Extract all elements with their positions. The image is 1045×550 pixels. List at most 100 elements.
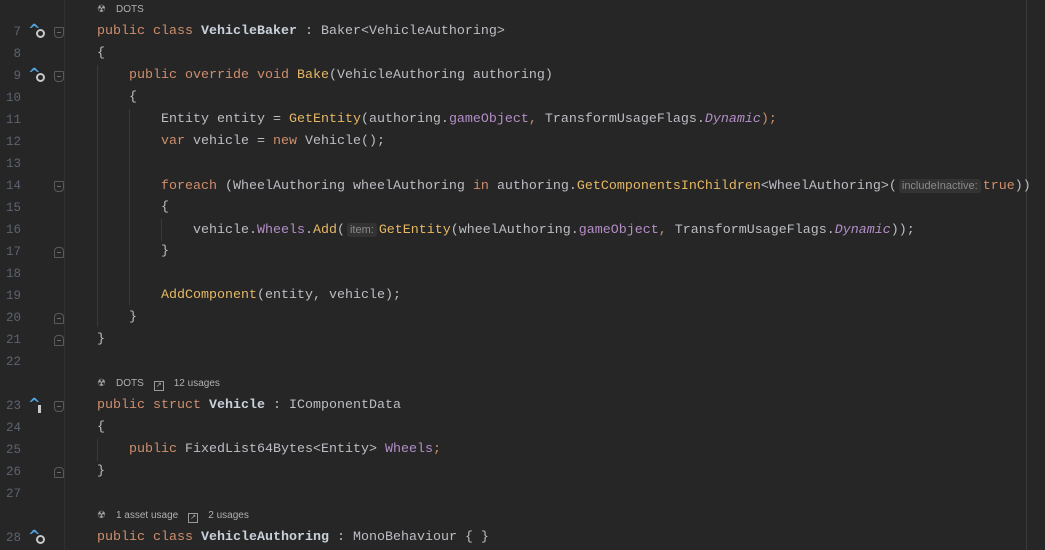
- unity-icon: ☢: [97, 378, 106, 389]
- code-token: (entity,: [256, 288, 329, 303]
- code-text[interactable]: foreach (WheelAuthoring wheelAuthoring i…: [97, 175, 1031, 198]
- code-token: }: [97, 464, 105, 479]
- code-token: (authoring.: [360, 112, 449, 127]
- line-number: 8: [13, 47, 21, 61]
- override-gutter-icon[interactable]: ^: [28, 21, 50, 43]
- code-vision-hints: ☢ 1 asset usage ↗ 2 usages: [0, 505, 1045, 527]
- code-text[interactable]: {: [97, 43, 105, 65]
- code-token: .: [304, 223, 313, 238]
- code-token: new: [272, 134, 305, 149]
- line-number: 18: [5, 267, 21, 281]
- fold-toggle-icon[interactable]: [54, 401, 64, 412]
- code-line: 27: [0, 483, 1045, 505]
- code-line: 14 foreach (WheelAuthoring wheelAuthorin…: [0, 175, 1045, 197]
- code-token: VehicleAuthoring: [200, 530, 329, 545]
- code-text[interactable]: {: [97, 417, 105, 439]
- implemented-gutter-icon[interactable]: ^: [28, 395, 50, 417]
- code-token: var: [97, 134, 193, 149]
- line-number: 13: [5, 157, 21, 171]
- code-line: 11 Entity entity = GetEntity(authoring.g…: [0, 109, 1045, 131]
- fold-toggle-icon[interactable]: [54, 181, 64, 192]
- code-text[interactable]: vehicle.Wheels.Add(item: GetEntity(wheelA…: [97, 219, 915, 242]
- code-vision-item[interactable]: ☢ DOTS: [97, 4, 144, 15]
- code-token: GetEntity: [378, 223, 451, 238]
- line-number: 16: [5, 223, 21, 237]
- line-number: 25: [5, 443, 21, 457]
- override-gutter-icon[interactable]: ^: [28, 527, 50, 549]
- code-token: (wheelAuthoring.: [450, 223, 579, 238]
- unity-icon: ☢: [97, 510, 106, 521]
- unity-object-icon: [36, 29, 45, 38]
- code-line: 13: [0, 153, 1045, 175]
- code-line: 15 {: [0, 197, 1045, 219]
- implementation-icon: [38, 405, 41, 413]
- code-line: 7 ^ public class VehicleBaker : Baker<Vehi…: [0, 21, 1045, 43]
- code-line: 22: [0, 351, 1045, 373]
- line-number: 21: [5, 333, 21, 347]
- fold-toggle-icon[interactable]: [54, 335, 64, 346]
- code-token: <WheelAuthoring>(: [760, 179, 897, 194]
- code-vision: ☢ 1 asset usage ↗ 2 usages: [97, 505, 259, 527]
- code-token: ,: [658, 223, 675, 238]
- code-text[interactable]: AddComponent(entity, vehicle);: [97, 285, 401, 307]
- code-text[interactable]: {: [97, 87, 137, 109]
- code-token: true: [982, 179, 1015, 194]
- code-line: 21}: [0, 329, 1045, 351]
- code-text[interactable]: }: [97, 329, 105, 351]
- code-line: 26}: [0, 461, 1045, 483]
- code-text[interactable]: Entity entity = GetEntity(authoring.game…: [97, 109, 777, 131]
- code-token: {: [97, 420, 105, 435]
- line-number: 9: [13, 69, 21, 83]
- line-number: 22: [5, 355, 21, 369]
- code-vision-hints: ☢ DOTS ↗ 12 usages: [0, 373, 1045, 395]
- code-line: 17 }: [0, 241, 1045, 263]
- line-number: 14: [5, 179, 21, 193]
- code-token: authoring.: [496, 179, 577, 194]
- code-text[interactable]: public struct Vehicle : IComponentData: [97, 395, 401, 417]
- unity-object-icon: [36, 73, 45, 82]
- code-vision-label: 1 asset usage: [115, 510, 179, 521]
- override-gutter-icon[interactable]: ^: [28, 65, 50, 87]
- line-number: 26: [5, 465, 21, 479]
- code-token: foreach: [97, 179, 225, 194]
- code-token: gameObject: [578, 223, 659, 238]
- code-token: {: [97, 90, 137, 105]
- line-number: 11: [5, 113, 21, 127]
- line-number: 23: [5, 399, 21, 413]
- code-vision: ☢ DOTS ↗ 12 usages: [97, 373, 230, 395]
- code-text[interactable]: }: [97, 241, 169, 263]
- code-text[interactable]: var vehicle = new Vehicle();: [97, 131, 385, 153]
- line-number: 24: [5, 421, 21, 435]
- fold-toggle-icon[interactable]: [54, 467, 64, 478]
- code-vision-item[interactable]: ↗ 2 usages: [188, 510, 249, 523]
- code-editor[interactable]: ☢ DOTS 7 ^ public class VehicleBaker : Baker…: [0, 0, 1045, 549]
- code-token: }: [97, 332, 105, 347]
- code-line: 23 ^ public struct Vehicle : IComponentDat…: [0, 395, 1045, 417]
- code-token: TransformUsageFlags.: [674, 223, 835, 238]
- code-token: vehicle.: [97, 223, 257, 238]
- code-token: Entity entity =: [97, 112, 289, 127]
- fold-toggle-icon[interactable]: [54, 313, 64, 324]
- code-text[interactable]: public class VehicleAuthoring : MonoBeha…: [97, 527, 489, 549]
- code-vision-item[interactable]: ☢ 1 asset usage: [97, 510, 178, 521]
- code-line: 19 AddComponent(entity, vehicle);: [0, 285, 1045, 307]
- code-vision-label: 12 usages: [173, 378, 220, 389]
- code-vision-label: 2 usages: [208, 510, 249, 521]
- code-vision-hints: ☢ DOTS: [0, 0, 1045, 21]
- code-text[interactable]: }: [97, 461, 105, 483]
- fold-toggle-icon[interactable]: [54, 71, 64, 82]
- code-vision-item[interactable]: ↗ 12 usages: [153, 378, 220, 391]
- code-text[interactable]: public class VehicleBaker : Baker<Vehicl…: [97, 21, 505, 43]
- code-text[interactable]: }: [97, 307, 137, 329]
- code-text[interactable]: {: [97, 197, 169, 219]
- code-vision-item[interactable]: ☢ DOTS: [97, 378, 144, 389]
- code-token: }: [97, 244, 169, 259]
- unity-object-icon: [36, 535, 45, 544]
- fold-toggle-icon[interactable]: [54, 247, 64, 258]
- code-text[interactable]: public override void Bake(VehicleAuthori…: [97, 65, 553, 87]
- code-text[interactable]: public FixedList64Bytes<Entity> Wheels;: [97, 439, 441, 461]
- code-token: public struct: [97, 398, 209, 413]
- fold-toggle-icon[interactable]: [54, 27, 64, 38]
- code-line: 16 vehicle.Wheels.Add(item: GetEntity(whe…: [0, 219, 1045, 241]
- code-token: Dynamic: [834, 223, 891, 238]
